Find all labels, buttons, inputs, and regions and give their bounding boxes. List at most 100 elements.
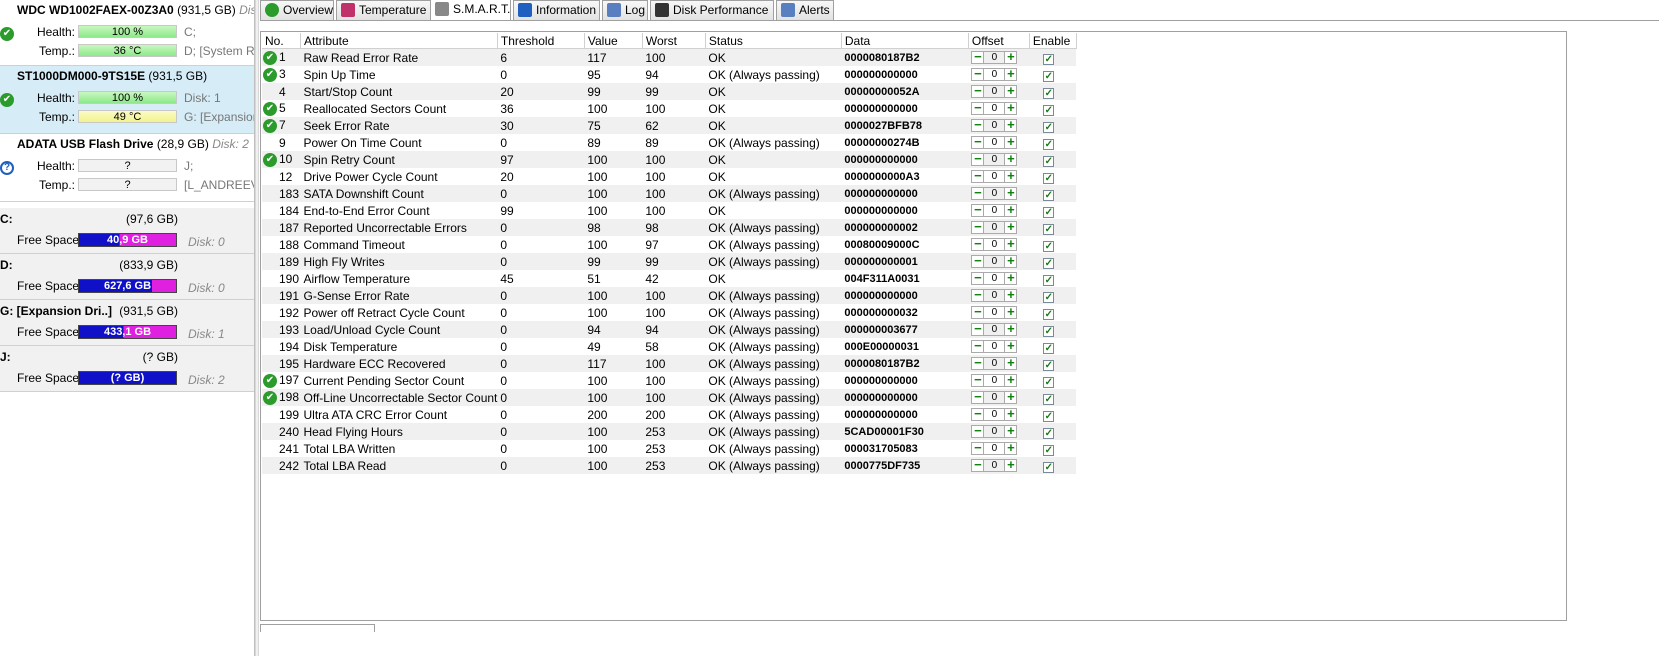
plus-icon[interactable]: + — [1004, 322, 1018, 336]
plus-icon[interactable]: + — [1004, 118, 1018, 132]
table-row[interactable]: ✔ 1 Raw Read Error Rate 6 117 100 OK 0000080187… — [262, 48, 1077, 66]
enable-checkbox[interactable]: ✓ — [1043, 376, 1055, 388]
table-row[interactable]: ✔ 198 Off-Line Uncorrectable Sector Count 0… — [262, 389, 1077, 406]
table-row[interactable]: 242 Total LBA Read 0 100 253 OK (Always passi… — [262, 457, 1077, 474]
column-header[interactable]: Enable — [1029, 33, 1077, 49]
minus-icon[interactable]: − — [971, 169, 985, 183]
enable-checkbox[interactable]: ✓ — [1043, 410, 1055, 422]
enable-checkbox[interactable]: ✓ — [1043, 53, 1055, 65]
offset-input[interactable]: 0 — [984, 238, 1005, 251]
plus-icon[interactable]: + — [1004, 84, 1018, 98]
minus-icon[interactable]: − — [971, 373, 985, 387]
enable-checkbox[interactable]: ✓ — [1043, 189, 1055, 201]
enable-checkbox[interactable]: ✓ — [1043, 155, 1055, 167]
offset-input[interactable]: 0 — [984, 51, 1005, 64]
enable-checkbox[interactable]: ✓ — [1043, 70, 1055, 82]
table-row[interactable]: 195 Hardware ECC Recovered 0 117 100 OK (Alwa… — [262, 355, 1077, 372]
volume-item[interactable]: J: (? GB) Free Space (? GB) Disk: 2 — [0, 346, 254, 392]
column-header[interactable]: Status — [705, 33, 842, 49]
column-header[interactable]: No. — [262, 33, 301, 49]
plus-icon[interactable]: + — [1004, 220, 1018, 234]
enable-checkbox[interactable]: ✓ — [1043, 87, 1055, 99]
offset-input[interactable]: 0 — [984, 340, 1005, 353]
column-header[interactable]: Worst — [642, 33, 706, 49]
table-row[interactable]: 187 Reported Uncorrectable Errors 0 98 98 OK … — [262, 219, 1077, 236]
plus-icon[interactable]: + — [1004, 152, 1018, 166]
enable-checkbox[interactable]: ✓ — [1043, 240, 1055, 252]
minus-icon[interactable]: − — [971, 288, 985, 302]
column-header[interactable]: Data — [841, 33, 969, 49]
plus-icon[interactable]: + — [1004, 169, 1018, 183]
offset-input[interactable]: 0 — [984, 289, 1005, 302]
offset-input[interactable]: 0 — [984, 153, 1005, 166]
minus-icon[interactable]: − — [971, 50, 985, 64]
plus-icon[interactable]: + — [1004, 254, 1018, 268]
tab-log[interactable]: Log — [602, 0, 648, 20]
offset-input[interactable]: 0 — [984, 408, 1005, 421]
plus-icon[interactable]: + — [1004, 67, 1018, 81]
enable-checkbox[interactable]: ✓ — [1043, 291, 1055, 303]
volume-item[interactable]: D: (833,9 GB) Free Space 627,6 GB Disk: 0 — [0, 254, 254, 300]
offset-input[interactable]: 0 — [984, 391, 1005, 404]
offset-input[interactable]: 0 — [984, 170, 1005, 183]
minus-icon[interactable]: − — [971, 254, 985, 268]
minus-icon[interactable]: − — [971, 237, 985, 251]
minus-icon[interactable]: − — [971, 339, 985, 353]
offset-input[interactable]: 0 — [984, 102, 1005, 115]
plus-icon[interactable]: + — [1004, 101, 1018, 115]
column-header[interactable]: Attribute — [300, 33, 498, 49]
tab-temperature[interactable]: Temperature — [336, 0, 433, 20]
plus-icon[interactable]: + — [1004, 203, 1018, 217]
enable-checkbox[interactable]: ✓ — [1043, 325, 1055, 337]
column-header[interactable]: Value — [584, 33, 643, 49]
plus-icon[interactable]: + — [1004, 186, 1018, 200]
enable-checkbox[interactable]: ✓ — [1043, 223, 1055, 235]
offset-input[interactable]: 0 — [984, 425, 1005, 438]
offset-input[interactable]: 0 — [984, 459, 1005, 472]
minus-icon[interactable]: − — [971, 118, 985, 132]
plus-icon[interactable]: + — [1004, 356, 1018, 370]
volume-item[interactable]: G: [Expansion Dri..] (931,5 GB) Free Space… — [0, 300, 254, 346]
plus-icon[interactable]: + — [1004, 50, 1018, 64]
minus-icon[interactable]: − — [971, 424, 985, 438]
minus-icon[interactable]: − — [971, 186, 985, 200]
enable-checkbox[interactable]: ✓ — [1043, 342, 1055, 354]
minus-icon[interactable]: − — [971, 322, 985, 336]
offset-input[interactable]: 0 — [984, 357, 1005, 370]
plus-icon[interactable]: + — [1004, 288, 1018, 302]
enable-checkbox[interactable]: ✓ — [1043, 104, 1055, 116]
minus-icon[interactable]: − — [971, 390, 985, 404]
table-row[interactable]: 184 End-to-End Error Count 99 100 100 OK 00000… — [262, 202, 1076, 219]
table-row[interactable]: 183 SATA Downshift Count 0 100 100 OK (Always… — [262, 185, 1077, 202]
disk-item[interactable]: ADATA USB Flash Drive (28,9 GB) Disk: 2?… — [0, 134, 254, 202]
minus-icon[interactable]: − — [971, 220, 985, 234]
minus-icon[interactable]: − — [971, 271, 985, 285]
offset-input[interactable]: 0 — [984, 442, 1005, 455]
splitter[interactable] — [255, 0, 259, 656]
minus-icon[interactable]: − — [971, 152, 985, 166]
disk-item[interactable]: ST1000DM000-9TS15E (931,5 GB) ✔ Health: 10… — [0, 66, 254, 134]
tab-disk-performance[interactable]: Disk Performance — [650, 0, 774, 20]
disk-item[interactable]: WDC WD1002FAEX-00Z3A0 (931,5 GB) Disk✔He… — [0, 0, 254, 66]
table-row[interactable]: 12 Drive Power Cycle Count 20 100 100 OK 00000… — [262, 168, 1076, 185]
offset-input[interactable]: 0 — [984, 272, 1005, 285]
offset-input[interactable]: 0 — [984, 68, 1005, 81]
minus-icon[interactable]: − — [971, 84, 985, 98]
table-row[interactable]: 188 Command Timeout 0 100 97 OK (Always passi… — [262, 236, 1076, 253]
table-row[interactable]: ✔ 5 Reallocated Sectors Count 36 100 100 OK 000… — [262, 100, 1076, 117]
minus-icon[interactable]: − — [971, 356, 985, 370]
tab-alerts[interactable]: Alerts — [776, 0, 834, 20]
table-row[interactable]: ✔ 7 Seek Error Rate 30 75 62 OK 0000027BFB78−0 +… — [262, 117, 1077, 134]
plus-icon[interactable]: + — [1004, 458, 1018, 472]
offset-input[interactable]: 0 — [984, 119, 1005, 132]
enable-checkbox[interactable]: ✓ — [1043, 461, 1055, 473]
offset-input[interactable]: 0 — [984, 374, 1005, 387]
enable-checkbox[interactable]: ✓ — [1043, 274, 1055, 286]
offset-input[interactable]: 0 — [984, 187, 1005, 200]
tab-s-m-a-r-t[interactable]: S.M.A.R.T. — [430, 0, 511, 20]
minus-icon[interactable]: − — [971, 135, 985, 149]
minus-icon[interactable]: − — [971, 441, 985, 455]
table-row[interactable]: 192 Power off Retract Cycle Count 0 100 100 O… — [262, 304, 1076, 321]
offset-input[interactable]: 0 — [984, 204, 1005, 217]
offset-input[interactable]: 0 — [984, 85, 1005, 98]
